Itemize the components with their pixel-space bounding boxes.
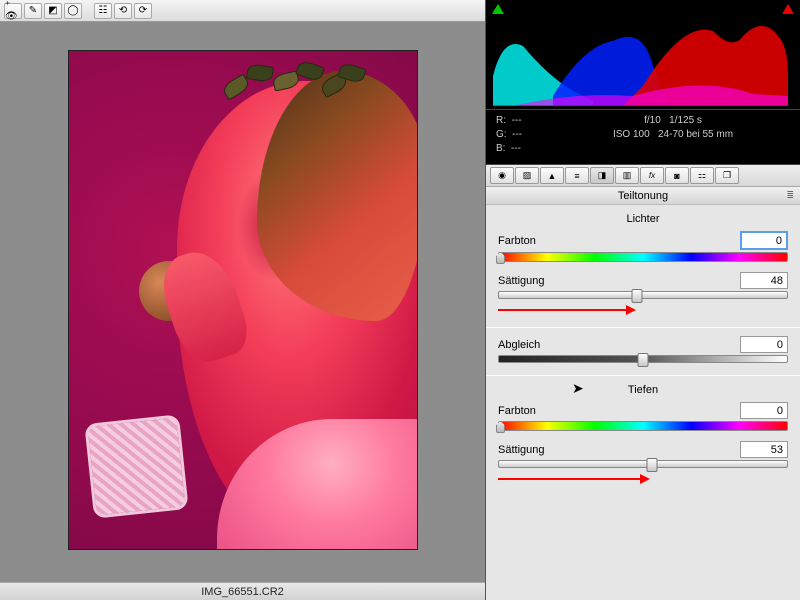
- target-icon: ◩: [48, 5, 57, 16]
- bars-icon: ≡: [574, 171, 579, 181]
- curve-icon: ▨: [523, 170, 532, 181]
- image-preview-area: [0, 22, 485, 582]
- balance-slider[interactable]: [498, 355, 788, 363]
- list-tool-button[interactable]: ☷: [94, 3, 112, 19]
- balance-input[interactable]: [740, 336, 788, 353]
- histogram[interactable]: [486, 0, 800, 110]
- tab-snapshots[interactable]: ❐: [715, 167, 739, 184]
- highlights-sat-slider[interactable]: [498, 291, 788, 299]
- highlights-title: Lichter: [498, 213, 788, 225]
- highlights-hue-label: Farbton: [498, 235, 740, 247]
- panel-header: Teiltonung ≣: [486, 187, 800, 205]
- eye-plus-icon: ⁺👁: [5, 0, 21, 22]
- panel-tabs: ◉ ▨ ▲ ≡ ◨ ▥ fx ◙ ⚏ ❐: [486, 165, 800, 187]
- shadows-hue-input[interactable]: [740, 402, 788, 419]
- split-toning-panel: Lichter Farbton Sättigung A: [486, 205, 800, 502]
- triangle-icon: ▲: [548, 171, 557, 181]
- tab-camera[interactable]: ◙: [665, 167, 689, 184]
- tab-fx[interactable]: fx: [640, 167, 664, 184]
- rgb-readout: R: --- G: --- B: ---: [496, 114, 556, 156]
- histogram-graph: [493, 6, 793, 106]
- panel-menu-icon[interactable]: ≣: [786, 190, 794, 201]
- zoom-tool-button[interactable]: ⁺👁: [4, 3, 22, 19]
- filename-label: IMG_66551.CR2: [201, 586, 284, 598]
- preview-toolbar: ⁺👁 ✎ ◩ ◯ ☷ ⟲ ⟳: [0, 0, 485, 22]
- list-icon: ☷: [99, 5, 108, 16]
- tab-hsl[interactable]: ≡: [565, 167, 589, 184]
- shadows-hue-label: Farbton: [498, 405, 740, 417]
- mouse-cursor-icon: ➤: [572, 380, 584, 397]
- tab-lens[interactable]: ▥: [615, 167, 639, 184]
- tab-split-toning[interactable]: ◨: [590, 167, 614, 184]
- rotate-cw-button[interactable]: ⟳: [134, 3, 152, 19]
- split-icon: ◨: [598, 170, 607, 181]
- tab-presets[interactable]: ⚏: [690, 167, 714, 184]
- crop-tool-button[interactable]: ◯: [64, 3, 82, 19]
- tab-curve[interactable]: ▨: [515, 167, 539, 184]
- left-pane: ⁺👁 ✎ ◩ ◯ ☷ ⟲ ⟳: [0, 0, 486, 600]
- right-pane: R: --- G: --- B: --- f/10 1/125 s ISO 10…: [486, 0, 800, 600]
- white-balance-tool-button[interactable]: ✎: [24, 3, 42, 19]
- shadows-hue-slider[interactable]: [498, 421, 788, 431]
- highlights-hue-thumb[interactable]: [496, 252, 505, 264]
- annotation-arrow-1: [498, 303, 788, 317]
- aperture-icon: ◉: [498, 170, 506, 181]
- stack-icon: ❐: [723, 170, 731, 181]
- filename-bar: IMG_66551.CR2: [0, 582, 485, 600]
- highlights-hue-slider[interactable]: [498, 252, 788, 262]
- balance-thumb[interactable]: [638, 353, 649, 367]
- sliders-icon: ⚏: [698, 170, 706, 181]
- highlights-hue-input[interactable]: [740, 231, 788, 250]
- ellipse-icon: ◯: [67, 5, 78, 16]
- rotate-ccw-button[interactable]: ⟲: [114, 3, 132, 19]
- brush-icon: ✎: [29, 5, 37, 16]
- lens-icon: ▥: [623, 170, 632, 181]
- color-sampler-button[interactable]: ◩: [44, 3, 62, 19]
- shadows-sat-label: Sättigung: [498, 444, 740, 456]
- image-preview[interactable]: [68, 50, 418, 550]
- shadows-sat-thumb[interactable]: [646, 458, 657, 472]
- metadata-row: R: --- G: --- B: --- f/10 1/125 s ISO 10…: [486, 110, 800, 165]
- highlights-sat-thumb[interactable]: [632, 289, 643, 303]
- shadows-sat-slider[interactable]: [498, 460, 788, 468]
- rotate-ccw-icon: ⟲: [119, 5, 127, 16]
- shadows-sat-input[interactable]: [740, 441, 788, 458]
- highlights-sat-input[interactable]: [740, 272, 788, 289]
- exif-readout: f/10 1/125 s ISO 100 24-70 bei 55 mm: [556, 114, 790, 156]
- camera-icon: ◙: [674, 171, 679, 181]
- tab-basic[interactable]: ◉: [490, 167, 514, 184]
- app-root: ⁺👁 ✎ ◩ ◯ ☷ ⟲ ⟳: [0, 0, 800, 600]
- annotation-arrow-2: [498, 472, 788, 486]
- fx-icon: fx: [649, 171, 655, 180]
- balance-label: Abgleich: [498, 339, 740, 351]
- shadows-title: Tiefen: [498, 384, 788, 396]
- panel-title: Teiltonung: [618, 190, 668, 202]
- rotate-cw-icon: ⟳: [139, 5, 147, 16]
- tab-detail[interactable]: ▲: [540, 167, 564, 184]
- shadows-hue-thumb[interactable]: [496, 421, 505, 433]
- highlights-sat-label: Sättigung: [498, 275, 740, 287]
